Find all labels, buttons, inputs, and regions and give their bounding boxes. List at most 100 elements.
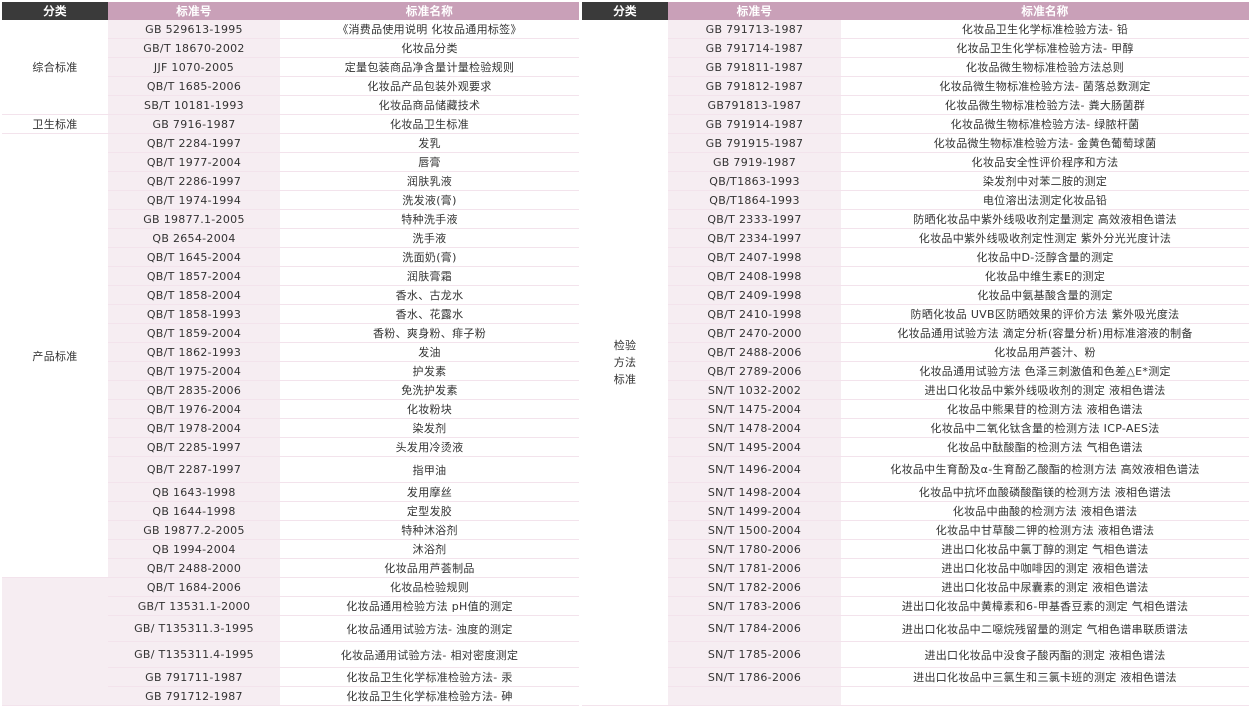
- right-name-cell: 化妆品微生物标准检验方法- 粪大肠菌群: [841, 95, 1249, 115]
- right-code-cell: GB 791811-1987: [668, 57, 841, 77]
- right-code-cell: SN/T 1785-2006: [668, 641, 841, 668]
- left-name-cell: 化妆品卫生标准: [280, 114, 579, 134]
- left-name-cell: 香粉、爽身粉、痱子粉: [280, 323, 579, 343]
- right-code-cell: SN/T 1032-2002: [668, 380, 841, 400]
- left-name-cell: 化妆品分类: [280, 38, 579, 58]
- right-code-cell: GB 791914-1987: [668, 114, 841, 134]
- right-name-cell: 化妆品微生物标准检验方法- 菌落总数测定: [841, 76, 1249, 96]
- right-code-cell: QB/T 2410-1998: [668, 304, 841, 324]
- right-name-cell: 染发剂中对苯二胺的测定: [841, 171, 1249, 191]
- column-gap: [579, 76, 582, 96]
- left-name-cell: 定型发胶: [280, 501, 579, 521]
- right-code-cell: SN/T 1499-2004: [668, 501, 841, 521]
- left-code-cell: QB/T 2285-1997: [108, 437, 280, 457]
- column-gap: [579, 114, 582, 134]
- left-name-cell: 化妆品卫生化学标准检验方法- 砷: [280, 686, 579, 706]
- right-code-cell: QB/T1864-1993: [668, 190, 841, 210]
- right-code-cell: GB 791714-1987: [668, 38, 841, 58]
- table-body: 综合标准 GB 529613-1995 《消费品使用说明 化妆品通用标签》 检验 方法…: [2, 20, 1249, 706]
- left-name-cell: 化妆品检验规则: [280, 577, 579, 597]
- left-code-cell: GB 791711-1987: [108, 667, 280, 687]
- right-code-header: 标准号: [668, 2, 841, 20]
- right-category-cell: 检验 方法 标准: [582, 20, 668, 706]
- left-code-cell: GB/T 18670-2002: [108, 38, 280, 58]
- left-name-cell: 香水、古龙水: [280, 285, 579, 305]
- left-name-cell: 化妆品商品储藏技术: [280, 95, 579, 115]
- left-name-cell: 化妆品卫生化学标准检验方法- 汞: [280, 667, 579, 687]
- left-name-cell: 发乳: [280, 133, 579, 153]
- right-name-cell: 进出口化妆品中没食子酸丙酯的测定 液相色谱法: [841, 641, 1249, 668]
- right-name-cell: 化妆品中甘草酸二钾的检测方法 液相色谱法: [841, 520, 1249, 540]
- left-code-cell: QB 1643-1998: [108, 482, 280, 502]
- left-code-cell: QB/T 1978-2004: [108, 418, 280, 438]
- header-row: 分类 标准号 标准名称 分类 标准号 标准名称: [2, 2, 1249, 20]
- right-code-cell: QB/T 2334-1997: [668, 228, 841, 248]
- left-category-header: 分类: [2, 2, 108, 20]
- right-name-cell: 化妆品卫生化学标准检验方法- 铅: [841, 20, 1249, 39]
- left-code-cell: GB 7916-1987: [108, 114, 280, 134]
- right-code-cell: SN/T 1780-2006: [668, 539, 841, 559]
- column-gap: [579, 247, 582, 267]
- table-row: 综合标准 GB 529613-1995 《消费品使用说明 化妆品通用标签》 检验 方法…: [2, 20, 1249, 706]
- right-code-cell: GB 791812-1987: [668, 76, 841, 96]
- standards-tables: 分类 标准号 标准名称 分类 标准号 标准名称 综合标准 GB 529613-19…: [2, 2, 1249, 706]
- right-name-cell: 化妆品中氨基酸含量的测定: [841, 285, 1249, 305]
- left-name-cell: 洗手液: [280, 228, 579, 248]
- right-name-cell: [841, 686, 1249, 706]
- left-code-cell: GB/ T135311.4-1995: [108, 641, 280, 668]
- left-name-cell: 沐浴剂: [280, 539, 579, 559]
- right-name-cell: 化妆品用芦荟汁、粉: [841, 342, 1249, 362]
- left-code-cell: QB/T 2488-2000: [108, 558, 280, 578]
- column-gap: [579, 95, 582, 115]
- left-name-cell: 发油: [280, 342, 579, 362]
- left-code-cell: QB/T 1684-2006: [108, 577, 280, 597]
- right-code-cell: SN/T 1786-2006: [668, 667, 841, 687]
- left-code-cell: QB/T 1645-2004: [108, 247, 280, 267]
- left-category-cell: 产品标准: [2, 133, 108, 578]
- right-name-cell: 化妆品中抗坏血酸磷酸酯镁的检测方法 液相色谱法: [841, 482, 1249, 502]
- left-code-cell: GB 19877.2-2005: [108, 520, 280, 540]
- left-code-cell: QB/T 1976-2004: [108, 399, 280, 419]
- left-name-cell: 化妆粉块: [280, 399, 579, 419]
- left-code-header: 标准号: [108, 2, 280, 20]
- right-name-cell: 化妆品中二氧化钛含量的检测方法 ICP-AES法: [841, 418, 1249, 438]
- left-code-cell: GB/T 13531.1-2000: [108, 596, 280, 616]
- left-code-cell: QB/T 2286-1997: [108, 171, 280, 191]
- left-name-cell: 指甲油: [280, 456, 579, 483]
- left-name-cell: 化妆品通用试验方法- 相对密度测定: [280, 641, 579, 668]
- right-code-cell: QB/T 2470-2000: [668, 323, 841, 343]
- right-name-cell: 化妆品卫生化学标准检验方法- 甲醇: [841, 38, 1249, 58]
- left-code-cell: QB/T 1977-2004: [108, 152, 280, 172]
- left-name-cell: 润肤乳液: [280, 171, 579, 191]
- right-name-cell: 进出口化妆品中黄樟素和6-甲基香豆素的测定 气相色谱法: [841, 596, 1249, 616]
- left-code-cell: QB/T 1858-1993: [108, 304, 280, 324]
- left-code-cell: QB/T 2835-2006: [108, 380, 280, 400]
- left-name-cell: 特种洗手液: [280, 209, 579, 229]
- right-category-header: 分类: [582, 2, 668, 20]
- column-gap: [579, 342, 582, 362]
- column-gap: [579, 437, 582, 457]
- left-name-cell: 定量包装商品净含量计量检验规则: [280, 57, 579, 77]
- left-code-cell: GB/ T135311.3-1995: [108, 615, 280, 642]
- left-name-cell: 洗发液(膏): [280, 190, 579, 210]
- left-name-cell: 化妆品用芦荟制品: [280, 558, 579, 578]
- left-code-cell: QB/T 1859-2004: [108, 323, 280, 343]
- column-gap: [579, 577, 582, 597]
- right-code-cell: SN/T 1783-2006: [668, 596, 841, 616]
- column-gap: [579, 304, 582, 324]
- right-code-cell: SN/T 1498-2004: [668, 482, 841, 502]
- right-code-cell: GB 7919-1987: [668, 152, 841, 172]
- left-name-cell: 洗面奶(膏): [280, 247, 579, 267]
- column-gap: [579, 520, 582, 540]
- left-name-header: 标准名称: [280, 2, 579, 20]
- right-name-cell: 进出口化妆品中尿囊素的测定 液相色谱法: [841, 577, 1249, 597]
- left-name-cell: 化妆品通用检验方法 pH值的测定: [280, 596, 579, 616]
- right-code-cell: GB 791915-1987: [668, 133, 841, 153]
- left-code-cell: SB/T 10181-1993: [108, 95, 280, 115]
- column-gap: [579, 501, 582, 521]
- column-gap: [579, 596, 582, 616]
- right-code-cell: QB/T 2407-1998: [668, 247, 841, 267]
- standards-table: 分类 标准号 标准名称 分类 标准号 标准名称 综合标准 GB 529613-19…: [2, 2, 1249, 706]
- left-code-cell: QB 1994-2004: [108, 539, 280, 559]
- column-gap: [579, 323, 582, 343]
